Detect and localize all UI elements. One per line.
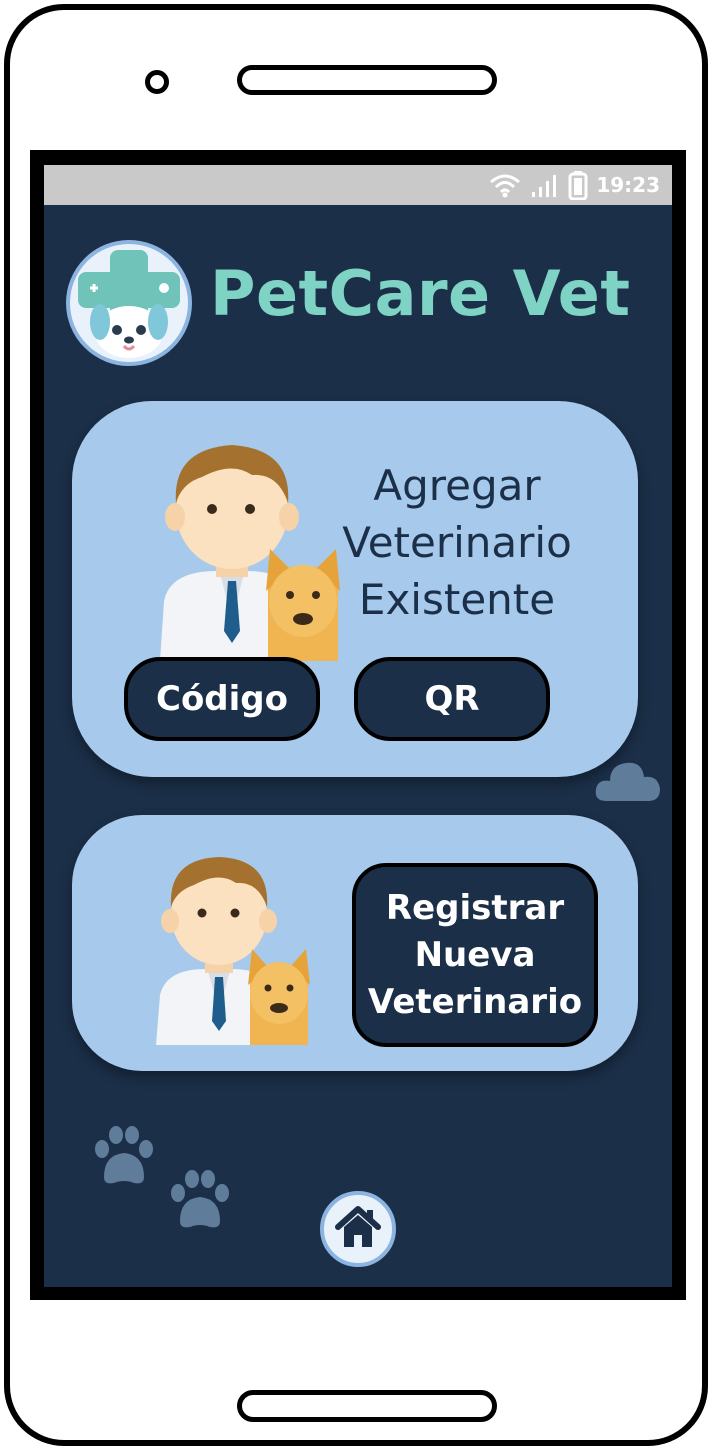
app-title: PetCare Vet (210, 257, 631, 330)
register-new-vet-card: Registrar Nueva Veterinario (72, 815, 638, 1071)
register-new-vet-button[interactable]: Registrar Nueva Veterinario (352, 863, 598, 1047)
earpiece-speaker (237, 65, 497, 95)
cloud-icon (594, 755, 662, 805)
add-existing-vet-card: Agregar Veterinario Existente Código QR (72, 401, 638, 777)
paw-print-icon (90, 1125, 158, 1187)
home-icon (334, 1205, 382, 1253)
hardware-home-button (237, 1390, 497, 1422)
home-button[interactable] (320, 1191, 396, 1267)
paw-print-icon (166, 1169, 234, 1231)
vet-with-dog-icon (142, 431, 342, 661)
battery-icon (568, 170, 588, 200)
code-button[interactable]: Código (124, 657, 320, 741)
wifi-icon (488, 172, 522, 198)
signal-icon (530, 172, 560, 198)
qr-button[interactable]: QR (354, 657, 550, 741)
app-screen: 19:23 PetCare Vet Agregar Veterinario Ex… (44, 165, 672, 1287)
vet-with-dog-icon (142, 845, 312, 1045)
status-time: 19:23 (596, 173, 660, 197)
add-existing-vet-heading: Agregar Veterinario Existente (342, 461, 572, 624)
pet-cross-logo-icon (66, 240, 192, 366)
front-camera (145, 70, 169, 94)
status-bar: 19:23 (44, 165, 672, 205)
